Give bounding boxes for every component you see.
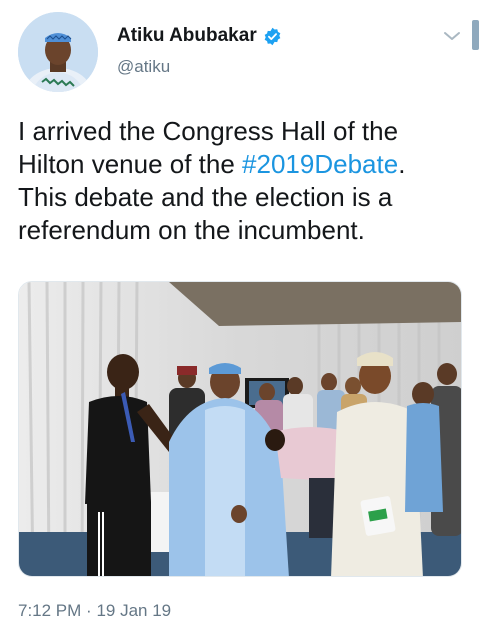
timestamp-date: 19 Jan 19	[96, 601, 172, 620]
author-handle[interactable]: @atiku	[117, 57, 170, 77]
chevron-down-icon[interactable]	[441, 26, 463, 46]
scrollbar[interactable]	[472, 20, 479, 50]
tweet-photo[interactable]	[18, 281, 462, 577]
tweet-text: I arrived the Congress Hall of the Hilto…	[18, 115, 468, 247]
author-display-name[interactable]: Atiku Abubakar	[117, 25, 257, 47]
author-name-row[interactable]: Atiku Abubakar	[117, 25, 282, 47]
tweet-card: Atiku Abubakar @atiku I arrived the Cong…	[0, 0, 480, 636]
author-avatar[interactable]	[18, 12, 98, 92]
tweet-timestamp[interactable]: 7:12 PM · 19 Jan 19	[18, 601, 171, 621]
photo-icon	[19, 282, 461, 576]
timestamp-time: 7:12 PM	[18, 601, 82, 620]
hashtag-link[interactable]: #2019Debate	[242, 149, 398, 179]
verified-badge-icon	[263, 27, 282, 46]
timestamp-separator: ·	[86, 601, 92, 620]
